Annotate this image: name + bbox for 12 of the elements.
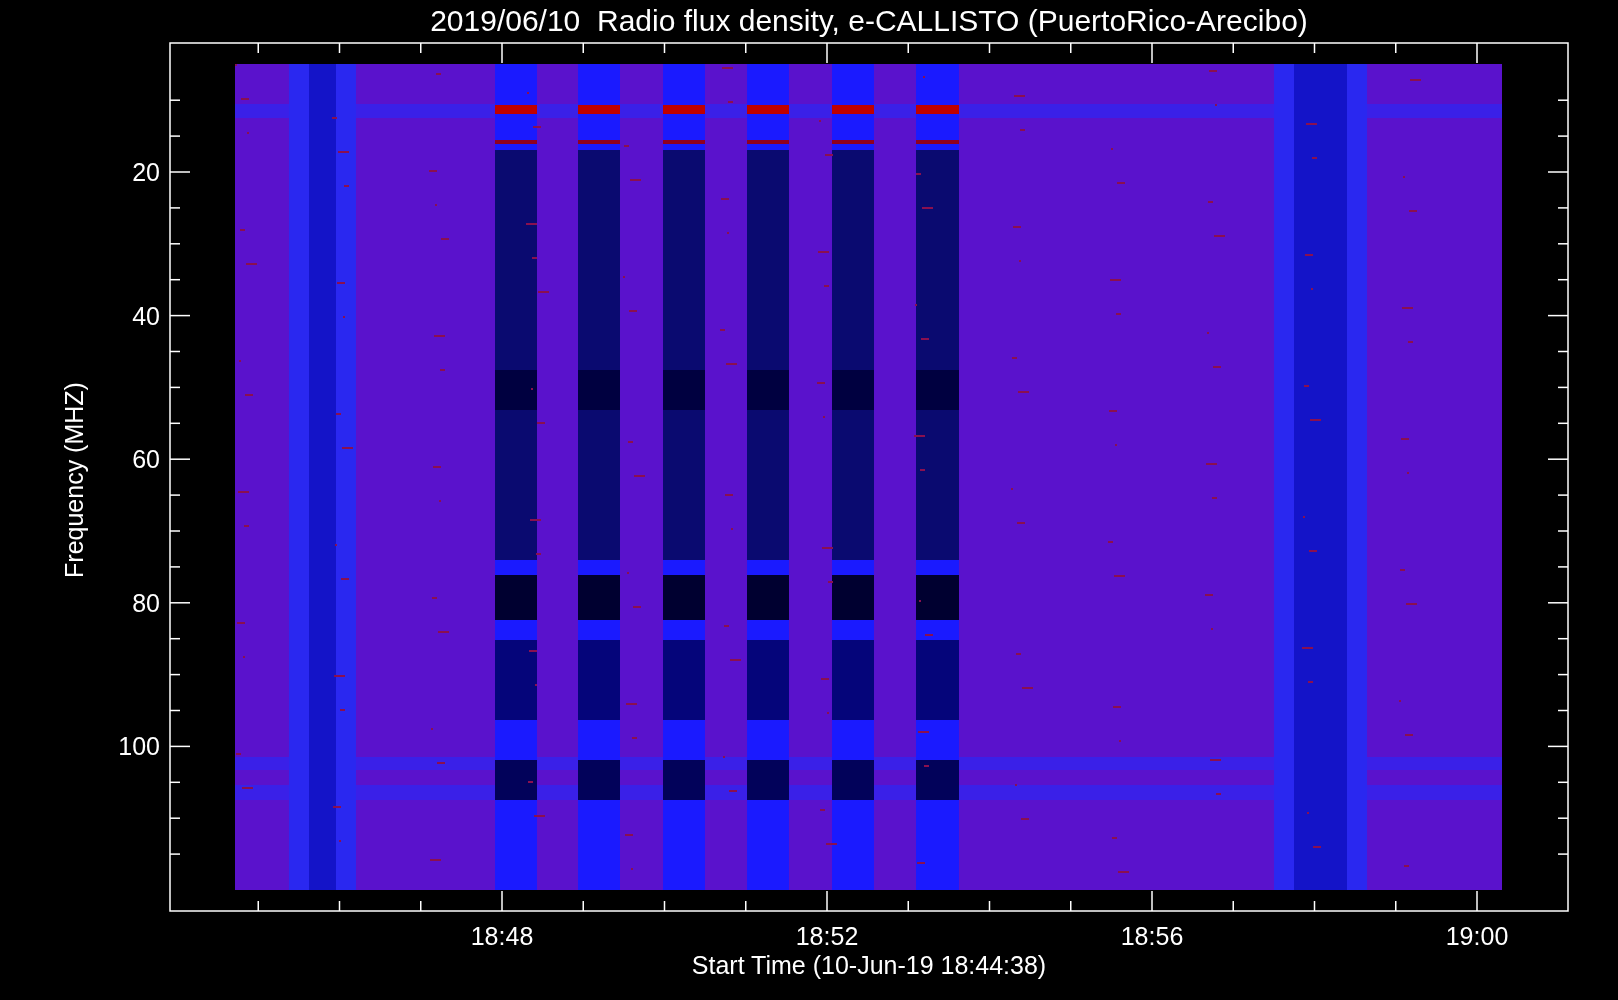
y-tick-label: 40 [132,301,160,330]
x-tick-label: 19:00 [1445,922,1509,950]
y-tick-label: 60 [132,445,160,474]
x-tick-label: 18:48 [470,922,534,950]
x-tick-label: 18:56 [1120,922,1184,950]
y-tick-label: 100 [118,732,160,761]
chart-title: 2019/06/10 Radio flux density, e-CALLISTO (PuertoRico-Arecibo) [430,4,1308,37]
y-axis-label: Frequency (MHZ) [60,382,88,578]
y-tick-label: 20 [132,158,160,186]
y-tick-label: 80 [132,588,160,617]
x-axis-label: Start Time (10-Jun-19 18:44:38) [691,951,1047,979]
x-tick-label: 18:52 [795,922,859,950]
